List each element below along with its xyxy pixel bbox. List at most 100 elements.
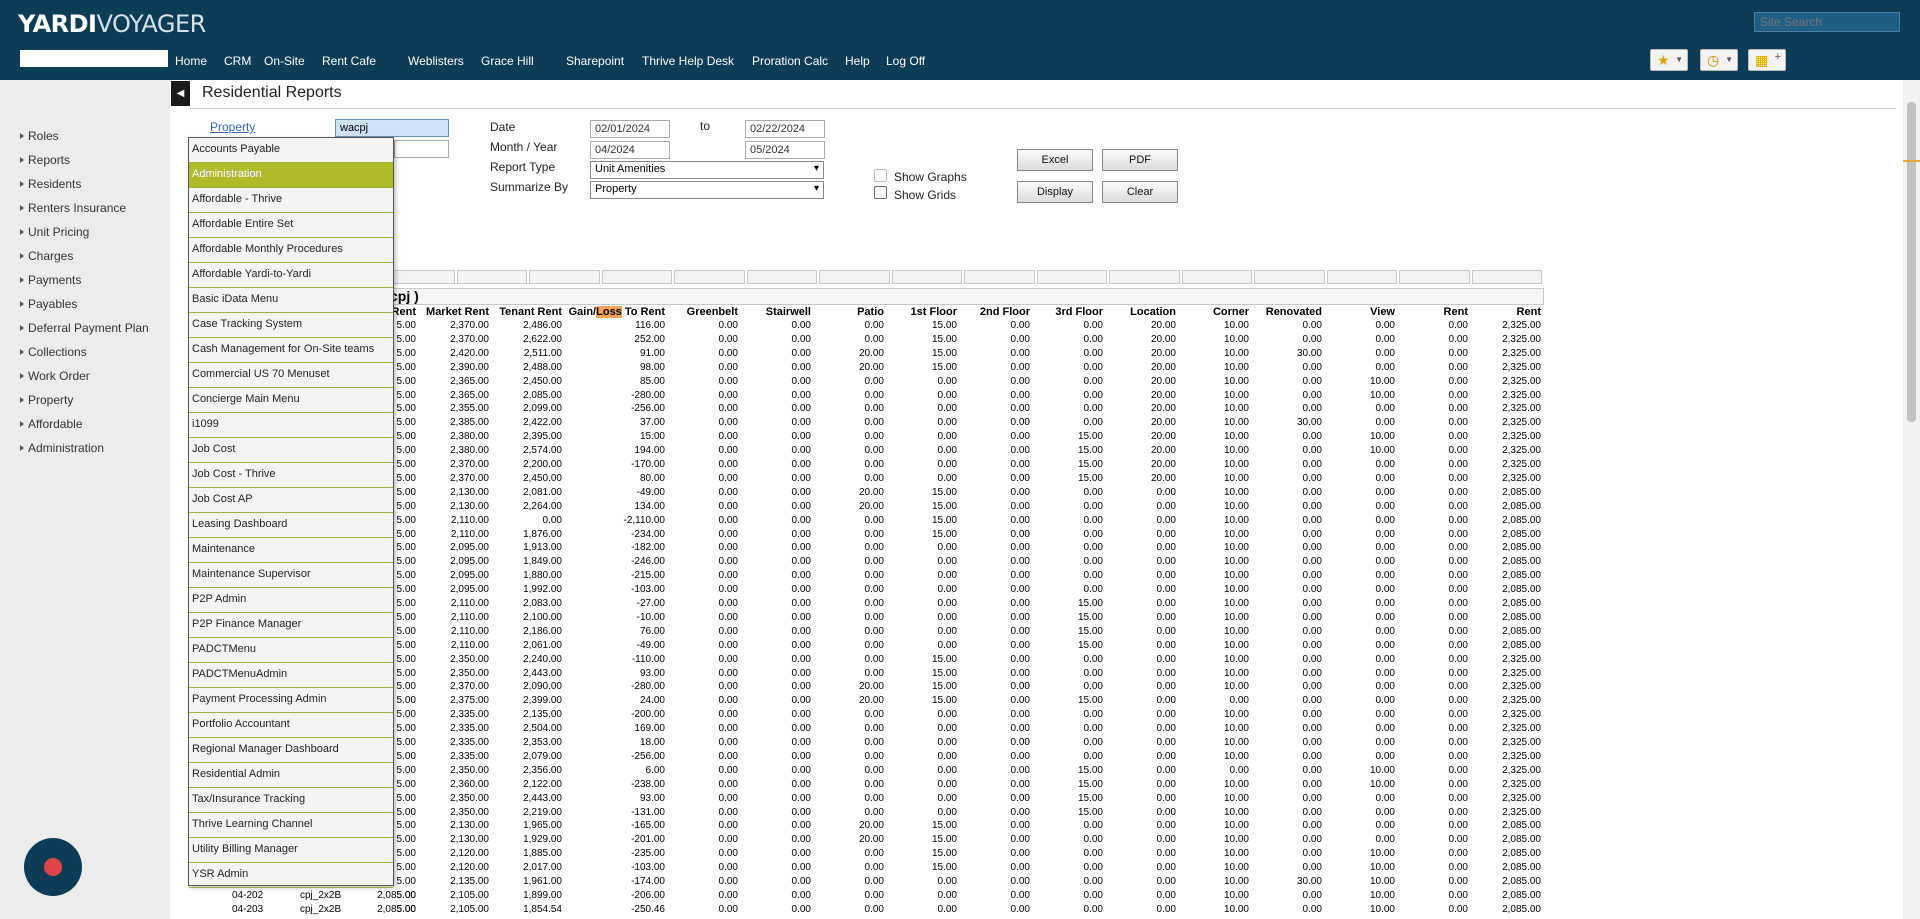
grid-filter-cell[interactable] bbox=[1399, 270, 1470, 284]
report-type-select[interactable]: Unit Amenities ▾ bbox=[590, 161, 824, 179]
collapse-sidebar-button[interactable]: ◀ bbox=[171, 81, 190, 106]
date-to-input[interactable]: 02/22/2024 bbox=[745, 120, 825, 138]
dropdown-item[interactable]: Affordable Monthly Procedures bbox=[189, 238, 393, 263]
dropdown-item[interactable]: Portfolio Accountant bbox=[189, 713, 393, 738]
nav-rent-cafe[interactable]: Rent Cafe bbox=[322, 54, 376, 68]
sidebar-item-renters-insurance[interactable]: Renters Insurance bbox=[20, 201, 126, 215]
nav-weblisters[interactable]: Weblisters bbox=[408, 54, 464, 68]
grid-filter-cell[interactable] bbox=[384, 270, 455, 284]
sidebar-item-roles[interactable]: Roles bbox=[20, 129, 59, 143]
grid-filter-cell[interactable] bbox=[1254, 270, 1325, 284]
dropdown-item[interactable]: Affordable Entire Set bbox=[189, 213, 393, 238]
table-cell: 10.00 bbox=[1223, 681, 1249, 693]
grid-filter-cell[interactable] bbox=[964, 270, 1035, 284]
dropdown-item[interactable]: P2P Finance Manager bbox=[189, 613, 393, 638]
property-input[interactable]: wacpj bbox=[335, 119, 449, 137]
dropdown-item[interactable]: Maintenance bbox=[189, 538, 393, 563]
dropdown-item[interactable]: Administration bbox=[189, 163, 393, 188]
clear-button[interactable]: Clear bbox=[1102, 181, 1178, 203]
dropdown-item[interactable]: PADCTMenuAdmin bbox=[189, 663, 393, 688]
grid-filter-cell[interactable] bbox=[746, 270, 817, 284]
sidebar-item-payables[interactable]: Payables bbox=[20, 297, 77, 311]
grid-filter-cell[interactable] bbox=[456, 270, 527, 284]
nav-log-off[interactable]: Log Off bbox=[886, 54, 925, 68]
page-scrollbar[interactable] bbox=[1903, 80, 1920, 919]
sidebar-item-property[interactable]: Property bbox=[20, 393, 73, 407]
nav-help[interactable]: Help bbox=[845, 54, 870, 68]
property-link[interactable]: Property bbox=[210, 120, 255, 134]
grid-filter-cell[interactable] bbox=[819, 270, 890, 284]
dropdown-item[interactable]: Affordable - Thrive bbox=[189, 188, 393, 213]
sidebar-item-charges[interactable]: Charges bbox=[20, 249, 73, 263]
sidebar-item-collections[interactable]: Collections bbox=[20, 345, 87, 359]
month-to-input[interactable]: 05/2024 bbox=[745, 141, 825, 159]
dropdown-item[interactable]: Job Cost - Thrive bbox=[189, 463, 393, 488]
nav-on-site[interactable]: On-Site bbox=[264, 54, 305, 68]
show-graphs-checkbox[interactable] bbox=[874, 169, 887, 182]
dropdown-item[interactable]: Commercial US 70 Menuset bbox=[189, 363, 393, 388]
sidebar-item-payments[interactable]: Payments bbox=[20, 273, 81, 287]
nav-grace-hill[interactable]: Grace Hill bbox=[481, 54, 534, 68]
sidebar-item-affordable[interactable]: Affordable bbox=[20, 417, 83, 431]
dropdown-item[interactable]: Maintenance Supervisor bbox=[189, 563, 393, 588]
dropdown-item[interactable]: Utility Billing Manager bbox=[189, 838, 393, 863]
table-cell: 0.00 bbox=[542, 514, 562, 526]
grid-filter-cell[interactable] bbox=[891, 270, 962, 284]
chat-button[interactable] bbox=[24, 838, 82, 896]
dropdown-item[interactable]: Residential Admin bbox=[189, 763, 393, 788]
table-cell: 10.00 bbox=[1369, 848, 1395, 860]
dropdown-item[interactable]: Payment Processing Admin bbox=[189, 688, 393, 713]
display-button[interactable]: Display bbox=[1017, 181, 1093, 203]
dropdown-item[interactable]: Leasing Dashboard bbox=[189, 513, 393, 538]
scrollbar-thumb[interactable] bbox=[1907, 102, 1916, 422]
show-grids-checkbox[interactable] bbox=[874, 186, 887, 199]
dropdown-item[interactable]: Accounts Payable bbox=[189, 138, 393, 163]
grid-filter-cell[interactable] bbox=[674, 270, 745, 284]
pdf-button[interactable]: PDF bbox=[1102, 149, 1178, 171]
grid-filter-cell[interactable] bbox=[1109, 270, 1180, 284]
nav-sharepoint[interactable]: Sharepoint bbox=[566, 54, 624, 68]
history-button[interactable]: ◷ ▼ bbox=[1700, 49, 1738, 71]
dropdown-item[interactable]: Basic iData Menu bbox=[189, 288, 393, 313]
sidebar-item-reports[interactable]: Reports bbox=[20, 153, 70, 167]
grid-filter-cell[interactable] bbox=[529, 270, 600, 284]
dropdown-item[interactable]: YSR Admin bbox=[189, 863, 393, 888]
dropdown-item[interactable]: Job Cost AP bbox=[189, 488, 393, 513]
table-cell: 2,622.00 bbox=[523, 333, 562, 345]
dropdown-item[interactable]: Regional Manager Dashboard bbox=[189, 738, 393, 763]
nav-home[interactable]: Home bbox=[175, 54, 207, 68]
grid-filter-cell[interactable] bbox=[1471, 270, 1542, 284]
grid-filter-cell[interactable] bbox=[601, 270, 672, 284]
sidebar-item-administration[interactable]: Administration bbox=[20, 441, 104, 455]
nav-thrive-help-desk[interactable]: Thrive Help Desk bbox=[642, 54, 734, 68]
dropdown-item[interactable]: PADCTMenu bbox=[189, 638, 393, 663]
summarize-by-select[interactable]: Property ▾ bbox=[590, 181, 824, 199]
quick-search-input[interactable] bbox=[20, 50, 168, 67]
property-secondary-input[interactable] bbox=[394, 140, 449, 158]
dropdown-item[interactable]: Tax/Insurance Tracking bbox=[189, 788, 393, 813]
favorites-button[interactable]: ★ ▼ bbox=[1650, 49, 1688, 71]
grid-filter-cell[interactable] bbox=[1036, 270, 1107, 284]
dropdown-item[interactable]: Affordable Yardi-to-Yardi bbox=[189, 263, 393, 288]
sidebar-item-residents[interactable]: Residents bbox=[20, 177, 81, 191]
sidebar-item-work-order[interactable]: Work Order bbox=[20, 369, 90, 383]
table-cell: 15.00 bbox=[1077, 764, 1103, 776]
date-from-input[interactable]: 02/01/2024 bbox=[590, 120, 670, 138]
dropdown-item[interactable]: i1099 bbox=[189, 413, 393, 438]
dropdown-item[interactable]: P2P Admin bbox=[189, 588, 393, 613]
grid-filter-cell[interactable] bbox=[1326, 270, 1397, 284]
apps-button[interactable]: ▦ + bbox=[1748, 49, 1786, 71]
month-from-input[interactable]: 04/2024 bbox=[590, 141, 670, 159]
sidebar-item-deferral-payment-plan[interactable]: Deferral Payment Plan bbox=[20, 321, 149, 335]
dropdown-item[interactable]: Thrive Learning Channel bbox=[189, 813, 393, 838]
excel-button[interactable]: Excel bbox=[1017, 149, 1093, 171]
grid-filter-cell[interactable] bbox=[1181, 270, 1252, 284]
dropdown-item[interactable]: Concierge Main Menu bbox=[189, 388, 393, 413]
dropdown-item[interactable]: Job Cost bbox=[189, 438, 393, 463]
nav-proration-calc[interactable]: Proration Calc bbox=[752, 54, 828, 68]
dropdown-item[interactable]: Cash Management for On-Site teams bbox=[189, 338, 393, 363]
nav-crm[interactable]: CRM bbox=[224, 54, 251, 68]
sidebar-item-unit-pricing[interactable]: Unit Pricing bbox=[20, 225, 89, 239]
dropdown-item[interactable]: Case Tracking System bbox=[189, 313, 393, 338]
site-search-input[interactable] bbox=[1754, 12, 1900, 32]
